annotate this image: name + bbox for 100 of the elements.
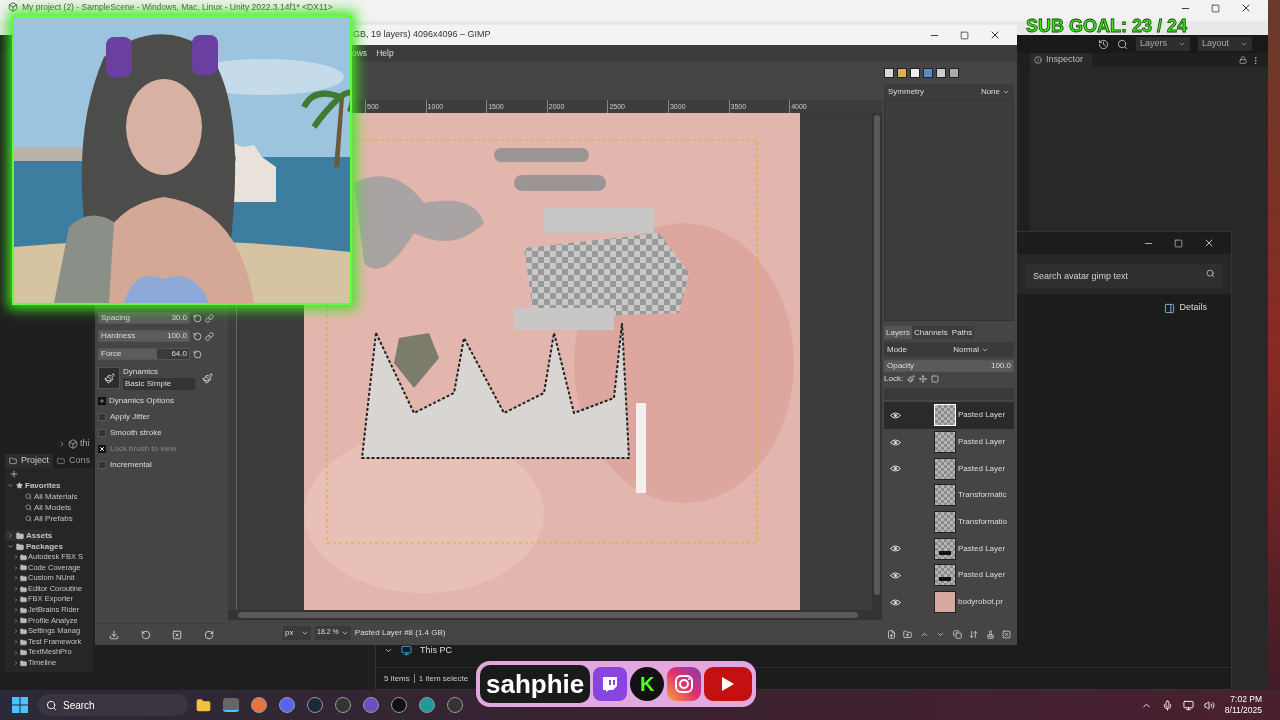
reset-icon[interactable] xyxy=(193,349,202,359)
dynamics-preview[interactable] xyxy=(98,367,120,389)
app-icon[interactable] xyxy=(363,697,379,713)
slider[interactable]: Hardness 100.0 xyxy=(98,330,190,342)
app-icon[interactable] xyxy=(335,697,351,713)
app-icon[interactable] xyxy=(419,697,435,713)
layer-row[interactable]: Transformatic xyxy=(884,482,1014,509)
microphone-icon[interactable] xyxy=(1161,699,1173,711)
checkbox[interactable]: Incremental xyxy=(98,457,225,473)
dock-tab[interactable]: Layers xyxy=(884,325,912,339)
link-icon[interactable] xyxy=(205,331,214,341)
app-icon[interactable] xyxy=(307,697,323,713)
dock-tab[interactable]: Paths xyxy=(949,325,975,339)
close-button[interactable] xyxy=(989,29,1001,41)
link-icon[interactable] xyxy=(205,313,214,323)
maximize-button[interactable] xyxy=(1211,3,1220,13)
layer-row[interactable]: Pasted Layer xyxy=(884,402,1014,429)
new-layer-icon[interactable] xyxy=(887,629,896,639)
folder-icon xyxy=(20,638,27,646)
reset-icon[interactable] xyxy=(204,629,215,640)
folder-icon[interactable] xyxy=(196,697,211,713)
windows-logo-icon[interactable] xyxy=(12,697,28,713)
dock-tab[interactable]: Channels xyxy=(912,325,950,339)
details-button[interactable]: Details xyxy=(1164,301,1207,315)
inspector-tab[interactable]: Inspector xyxy=(1030,53,1092,67)
lock-icon[interactable] xyxy=(1239,56,1247,64)
layer-thumbnail xyxy=(934,484,956,507)
menu-item[interactable]: Help xyxy=(376,47,394,60)
eye-icon[interactable] xyxy=(889,598,901,606)
clock[interactable]: 7:02 PM 8/11/2025 xyxy=(1224,694,1262,716)
folder-icon xyxy=(16,531,24,540)
tree-item[interactable]: All Models xyxy=(25,502,71,513)
close-button[interactable] xyxy=(1240,2,1252,14)
slider[interactable]: Spacing 30.0 xyxy=(98,312,190,324)
app-icon[interactable] xyxy=(391,697,407,713)
layer-row[interactable]: Pasted Layer xyxy=(884,428,1014,456)
layer-row[interactable]: bodyrobot.pr xyxy=(884,588,1014,616)
app-icon[interactable] xyxy=(447,697,463,713)
menu-item[interactable]: ows xyxy=(352,47,368,60)
hierarchy-item[interactable]: thi xyxy=(80,437,90,451)
eye-icon[interactable] xyxy=(889,465,901,473)
save-icon[interactable] xyxy=(108,629,119,640)
tree-item[interactable]: All Materials xyxy=(25,491,78,502)
layer-row[interactable]: Transformatio xyxy=(884,508,1014,536)
tree-item[interactable]: Packages xyxy=(5,541,63,552)
restore-icon[interactable] xyxy=(140,629,151,640)
layer-row[interactable]: Pasted Layer xyxy=(884,562,1014,589)
tree-item[interactable]: All Prefabs xyxy=(25,513,73,524)
network-icon[interactable] xyxy=(1182,699,1194,711)
search-field[interactable]: Search avatar gimp text xyxy=(1025,264,1223,288)
layers-dropdown[interactable]: Layers xyxy=(1136,37,1190,51)
eye-icon[interactable] xyxy=(889,545,901,553)
eye-icon[interactable] xyxy=(889,438,901,446)
window-title: My project (2) - SampleScene - Windows, Mac, Linux - Unity 2022.3.14f1* <DX11> xyxy=(22,2,333,12)
reset-icon[interactable] xyxy=(193,313,202,323)
search-box[interactable]: Search xyxy=(38,694,188,716)
folder-icon xyxy=(20,659,27,667)
tree-item[interactable]: Favorites xyxy=(5,480,61,491)
search-icon[interactable] xyxy=(1117,38,1128,50)
mode-dropdown[interactable]: Mode Normal xyxy=(884,342,1014,357)
symmetry-dropdown[interactable]: Symmetry None xyxy=(884,84,1014,99)
nav-item[interactable]: This PC xyxy=(376,643,466,667)
checkbox[interactable]: Smooth stroke xyxy=(98,425,225,441)
close-button[interactable] xyxy=(1203,237,1215,249)
delete-icon[interactable] xyxy=(172,629,183,640)
merge-icon[interactable] xyxy=(969,629,979,639)
dynamics-field[interactable]: Basic Simple xyxy=(123,378,195,390)
add-button[interactable] xyxy=(9,469,19,479)
delete-icon[interactable] xyxy=(1001,629,1011,639)
layout-dropdown[interactable]: Layout xyxy=(1198,37,1252,51)
eye-icon[interactable] xyxy=(889,571,901,579)
panel-tab[interactable]: Cons xyxy=(53,454,95,468)
app-icon[interactable] xyxy=(251,697,267,713)
speaker-icon[interactable] xyxy=(1203,699,1215,711)
history-icon[interactable] xyxy=(1098,38,1109,50)
maximize-button[interactable] xyxy=(960,30,969,40)
tree-item[interactable]: Assets xyxy=(5,530,53,541)
eye-icon[interactable] xyxy=(889,411,901,419)
checkbox[interactable]: Apply Jitter xyxy=(98,409,225,425)
app-icon[interactable] xyxy=(223,698,239,712)
lock-alpha-icon[interactable] xyxy=(931,375,940,383)
folder-icon xyxy=(20,596,27,604)
lock-pixels-icon[interactable] xyxy=(907,375,916,383)
edit-icon[interactable] xyxy=(202,372,213,384)
duplicate-icon[interactable] xyxy=(952,629,962,639)
slider[interactable]: Force 64.0 xyxy=(98,348,190,360)
unit-dropdown[interactable]: px xyxy=(283,625,311,640)
expander[interactable]: Dynamics Options xyxy=(98,393,225,409)
panel-tab[interactable]: Project xyxy=(5,454,53,468)
opacity-slider[interactable]: Opacity 100.0 xyxy=(884,360,1014,372)
reset-icon[interactable] xyxy=(193,331,202,341)
app-icon[interactable] xyxy=(279,697,295,713)
new-group-icon[interactable] xyxy=(903,629,913,639)
caret-icon xyxy=(1240,40,1248,48)
lock-position-icon[interactable] xyxy=(919,375,928,383)
maximize-button[interactable] xyxy=(1174,238,1183,248)
layer-row[interactable]: Pasted Layer xyxy=(884,535,1014,563)
anchor-icon[interactable] xyxy=(985,629,995,639)
more-icon[interactable] xyxy=(1251,55,1260,65)
layer-row[interactable]: Pasted Layer xyxy=(884,455,1014,483)
